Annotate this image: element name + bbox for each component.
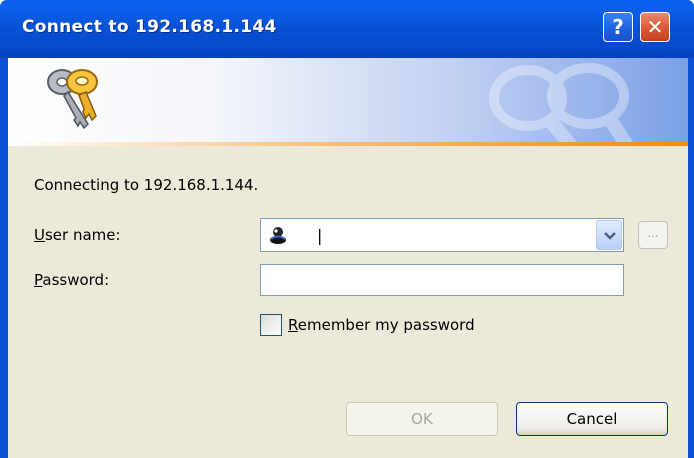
password-label-text: assword: xyxy=(42,271,110,289)
window-title: Connect to 192.168.1.144 xyxy=(22,17,277,37)
username-label-text: ser name: xyxy=(44,226,121,244)
password-input[interactable] xyxy=(260,264,624,296)
banner-divider xyxy=(8,142,688,146)
title-bar[interactable]: Connect to 192.168.1.144 ? ✕ xyxy=(0,0,694,58)
connecting-message: Connecting to 192.168.1.144. xyxy=(34,176,259,194)
username-label-accel: U xyxy=(34,226,45,244)
dropdown-arrow-icon xyxy=(604,232,616,240)
help-button[interactable]: ? xyxy=(603,12,633,42)
user-icon xyxy=(269,226,287,244)
remember-label-accel: R xyxy=(288,316,298,334)
remember-label-text: emember my password xyxy=(297,316,475,334)
remember-password-checkbox[interactable] xyxy=(260,314,282,336)
cancel-button[interactable]: Cancel xyxy=(516,402,668,436)
username-label: User name: xyxy=(34,226,121,244)
username-combobox[interactable]: | xyxy=(260,218,624,252)
ok-button[interactable]: OK xyxy=(346,402,498,436)
browse-credentials-button[interactable]: ... xyxy=(638,221,668,249)
close-button[interactable]: ✕ xyxy=(640,12,670,42)
password-label: Password: xyxy=(34,271,109,289)
login-dialog-window: Connect to 192.168.1.144 ? ✕ Connecting … xyxy=(0,0,694,458)
keys-icon xyxy=(47,69,98,130)
remember-password-label[interactable]: Remember my password xyxy=(288,316,475,334)
banner xyxy=(8,58,688,142)
username-input[interactable]: | xyxy=(317,227,322,245)
username-dropdown-button[interactable] xyxy=(596,220,622,250)
dialog-body: Connecting to 192.168.1.144. User name: … xyxy=(8,58,688,458)
keys-watermark-icon xyxy=(489,63,634,142)
